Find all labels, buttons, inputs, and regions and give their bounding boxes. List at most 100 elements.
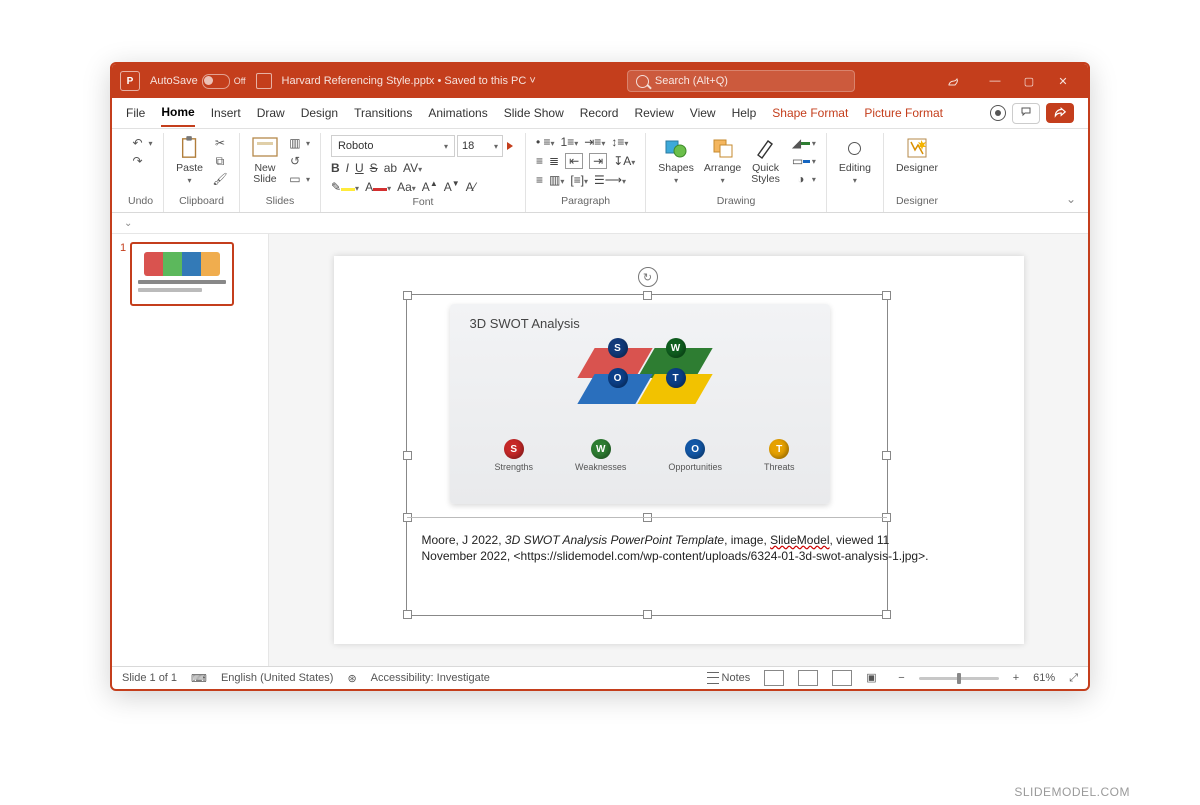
tab-design[interactable]: Design bbox=[301, 100, 338, 126]
shape-effects-icon[interactable]: ◑ bbox=[792, 171, 810, 187]
zoom-out-button[interactable]: − bbox=[898, 672, 904, 684]
new-slide-button[interactable]: New Slide bbox=[250, 135, 280, 185]
powerpoint-window: P AutoSave Off Harvard Referencing Style… bbox=[110, 62, 1090, 691]
shape-outline-icon[interactable]: ▭ bbox=[792, 153, 810, 169]
qat-dropdown-icon[interactable]: ⌄ bbox=[124, 218, 132, 229]
list-level-button[interactable]: ⇥≡▾ bbox=[584, 135, 605, 149]
tab-transitions[interactable]: Transitions bbox=[354, 100, 412, 126]
maximize-button[interactable]: ▢ bbox=[1012, 67, 1046, 95]
document-title[interactable]: Harvard Referencing Style.pptx • Saved t… bbox=[282, 75, 536, 87]
quick-access-row: ⌄ bbox=[112, 213, 1088, 234]
comments-button[interactable] bbox=[1012, 103, 1040, 124]
tab-file[interactable]: File bbox=[126, 100, 145, 126]
swot-platform: S W O T bbox=[580, 344, 710, 404]
tab-home[interactable]: Home bbox=[161, 99, 194, 127]
tab-draw[interactable]: Draw bbox=[257, 100, 285, 126]
search-input[interactable]: Search (Alt+Q) bbox=[627, 70, 855, 92]
cut-icon[interactable]: ✂ bbox=[211, 135, 229, 151]
arrange-button[interactable]: Arrange▾ bbox=[702, 135, 743, 185]
bold-button[interactable]: B bbox=[331, 161, 340, 175]
image-title: 3D SWOT Analysis bbox=[470, 316, 580, 331]
font-color-button[interactable]: A▾ bbox=[365, 180, 391, 194]
format-painter-icon[interactable]: 🖌 bbox=[211, 171, 229, 187]
sorter-view-button[interactable] bbox=[798, 670, 818, 686]
align-text-button[interactable]: [≡]▾ bbox=[570, 173, 588, 187]
save-icon[interactable] bbox=[256, 73, 272, 89]
zoom-level[interactable]: 61% bbox=[1033, 672, 1055, 684]
change-case-button[interactable]: Aa▾ bbox=[397, 180, 416, 194]
redo-icon[interactable]: ↷ bbox=[129, 153, 147, 169]
tab-animations[interactable]: Animations bbox=[428, 100, 487, 126]
shape-fill-icon[interactable]: ◢ bbox=[792, 135, 810, 151]
citation-text[interactable]: Moore, J 2022, 3D SWOT Analysis PowerPoi… bbox=[422, 532, 944, 564]
shrink-font-button[interactable]: A▼ bbox=[444, 179, 460, 194]
close-button[interactable]: ✕ bbox=[1046, 67, 1080, 95]
tab-shape-format[interactable]: Shape Format bbox=[772, 100, 848, 126]
layout-icon[interactable]: ▥ bbox=[286, 135, 304, 151]
zoom-in-button[interactable]: + bbox=[1013, 672, 1019, 684]
fit-window-button[interactable]: ⤢ bbox=[1069, 672, 1078, 685]
slide-thumbnail-1[interactable] bbox=[130, 242, 234, 306]
designer-button[interactable]: Designer bbox=[894, 135, 940, 174]
camera-record-icon[interactable] bbox=[990, 105, 1006, 121]
autosave-toggle[interactable]: AutoSave Off bbox=[150, 74, 246, 89]
group-label-paragraph: Paragraph bbox=[561, 193, 610, 211]
draw-mode-icon[interactable] bbox=[946, 73, 968, 89]
reset-icon[interactable]: ↺ bbox=[286, 153, 304, 169]
smartart-button[interactable]: ☰⟶▾ bbox=[594, 173, 626, 187]
highlight-button[interactable]: ✎▾ bbox=[331, 180, 359, 194]
rotate-handle-icon[interactable]: ↻ bbox=[638, 267, 658, 287]
text-direction-button[interactable]: ↧A▾ bbox=[613, 154, 635, 168]
notes-button[interactable]: Notes bbox=[707, 672, 751, 684]
section-icon[interactable]: ▭ bbox=[286, 171, 304, 187]
underline-button[interactable]: U bbox=[355, 161, 364, 175]
char-spacing-button[interactable]: AV▾ bbox=[403, 161, 422, 175]
minimize-button[interactable]: — bbox=[978, 67, 1012, 95]
swot-legend: SStrengths WWeaknesses OOpportunities TT… bbox=[474, 439, 816, 472]
tab-help[interactable]: Help bbox=[732, 100, 757, 126]
share-button[interactable] bbox=[1046, 103, 1074, 123]
numbering-button[interactable]: 1≡▾ bbox=[561, 135, 579, 149]
accessibility-indicator[interactable]: Accessibility: Investigate bbox=[371, 672, 490, 684]
italic-button[interactable]: I bbox=[346, 161, 349, 175]
reading-view-button[interactable] bbox=[832, 670, 852, 686]
columns-button[interactable]: ▥▾ bbox=[549, 173, 564, 187]
tab-insert[interactable]: Insert bbox=[211, 100, 241, 126]
tab-picture-format[interactable]: Picture Format bbox=[864, 100, 943, 126]
undo-icon[interactable]: ↶ bbox=[129, 135, 147, 151]
increase-indent-button[interactable]: ⇥ bbox=[589, 153, 607, 169]
tab-review[interactable]: Review bbox=[634, 100, 673, 126]
paste-button[interactable]: Paste ▾ bbox=[174, 135, 205, 185]
slide-canvas[interactable]: ↻ 3D SWOT Analysis bbox=[334, 256, 1024, 644]
group-editing: Editing▾ Editing bbox=[827, 133, 884, 212]
grow-font-button[interactable]: A▲ bbox=[422, 179, 438, 194]
decrease-indent-button[interactable]: ⇤ bbox=[565, 153, 583, 169]
tab-view[interactable]: View bbox=[690, 100, 716, 126]
bullets-button[interactable]: • ≡▾ bbox=[536, 135, 555, 149]
normal-view-button[interactable] bbox=[764, 670, 784, 686]
shapes-button[interactable]: Shapes▾ bbox=[656, 135, 696, 185]
strike-button[interactable]: S bbox=[370, 161, 378, 175]
font-name-select[interactable]: Roboto▾ bbox=[331, 135, 455, 157]
shadow-button[interactable]: ab bbox=[384, 161, 397, 175]
slide-editor[interactable]: ↻ 3D SWOT Analysis bbox=[269, 234, 1088, 666]
quick-styles-button[interactable]: Quick Styles bbox=[749, 135, 782, 185]
tab-record[interactable]: Record bbox=[580, 100, 619, 126]
zoom-slider[interactable] bbox=[919, 677, 999, 680]
clear-format-button[interactable]: A⁄ bbox=[466, 180, 476, 194]
align-justify-button[interactable]: ≡ bbox=[536, 173, 543, 187]
editing-button[interactable]: Editing▾ bbox=[837, 135, 873, 185]
align-center-button[interactable]: ≣ bbox=[549, 154, 559, 168]
swot-image[interactable]: 3D SWOT Analysis S W O T SStrengths WWea… bbox=[450, 304, 830, 504]
copy-icon[interactable]: ⧉ bbox=[211, 153, 229, 169]
font-size-select[interactable]: 18▾ bbox=[457, 135, 503, 157]
line-spacing-button[interactable]: ↕≡▾ bbox=[611, 135, 628, 149]
slide-thumbnail-panel[interactable]: 1 bbox=[112, 234, 269, 666]
slide-indicator[interactable]: Slide 1 of 1 bbox=[122, 672, 177, 684]
tab-slideshow[interactable]: Slide Show bbox=[504, 100, 564, 126]
slideshow-view-button[interactable]: ▣ bbox=[866, 671, 884, 685]
ribbon-collapse-chevron-icon[interactable]: ⌄ bbox=[1066, 192, 1076, 206]
increase-indent-icon[interactable] bbox=[507, 142, 513, 150]
align-left-button[interactable]: ≡ bbox=[536, 154, 543, 168]
language-indicator[interactable]: English (United States) bbox=[221, 672, 334, 684]
